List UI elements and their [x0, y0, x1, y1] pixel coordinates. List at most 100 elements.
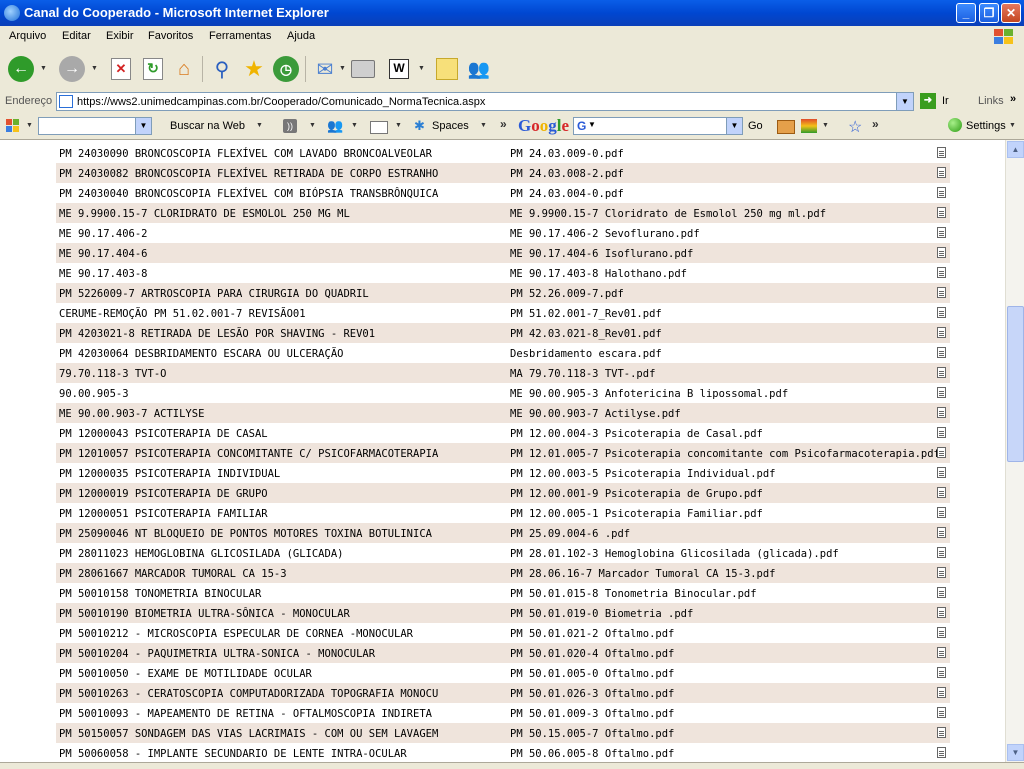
- rss-icon[interactable]: )): [283, 119, 297, 133]
- chevron-down-icon[interactable]: ▼: [726, 118, 742, 134]
- address-input[interactable]: https://wws2.unimedcampinas.com.br/Coope…: [56, 92, 914, 111]
- document-icon[interactable]: [937, 327, 946, 338]
- document-icon[interactable]: [937, 507, 946, 518]
- scroll-thumb[interactable]: [1007, 306, 1024, 462]
- links-label[interactable]: Links: [978, 95, 1004, 107]
- rss-dropdown-icon[interactable]: ▼: [309, 122, 316, 129]
- edit-dropdown-icon[interactable]: ▼: [418, 65, 425, 72]
- document-icon[interactable]: [937, 247, 946, 258]
- discuss-button[interactable]: [432, 54, 462, 84]
- document-icon[interactable]: [937, 407, 946, 418]
- windows-flag-icon[interactable]: [6, 119, 20, 133]
- stop-button[interactable]: ✕: [106, 54, 136, 84]
- refresh-button[interactable]: ↻: [138, 54, 168, 84]
- chevron-right-icon[interactable]: »: [872, 117, 879, 131]
- favorites-button[interactable]: ★: [239, 54, 269, 84]
- blocker-dropdown-icon[interactable]: ▼: [822, 122, 829, 129]
- star-outline-icon[interactable]: ☆: [848, 117, 862, 137]
- document-icon[interactable]: [937, 447, 946, 458]
- document-icon[interactable]: [937, 427, 946, 438]
- document-icon[interactable]: [937, 747, 946, 758]
- document-icon[interactable]: [937, 307, 946, 318]
- document-icon[interactable]: [937, 607, 946, 618]
- home-button[interactable]: ⌂: [169, 54, 199, 84]
- menu-ajuda[interactable]: Ajuda: [287, 30, 315, 42]
- search-button[interactable]: ⚲: [207, 54, 237, 84]
- flag-dropdown-icon[interactable]: ▼: [26, 122, 33, 129]
- spaces-button[interactable]: Spaces: [432, 120, 469, 132]
- close-button[interactable]: ✕: [1001, 3, 1021, 23]
- menu-favoritos[interactable]: Favoritos: [148, 30, 193, 42]
- search-web-dropdown-icon[interactable]: ▼: [256, 122, 263, 129]
- forward-dropdown-icon[interactable]: ▼: [91, 65, 98, 72]
- menu-editar[interactable]: Editar: [62, 30, 91, 42]
- document-icon[interactable]: [937, 567, 946, 578]
- minimize-button[interactable]: _: [956, 3, 976, 23]
- people-icon[interactable]: 👥: [327, 118, 343, 134]
- document-icon[interactable]: [937, 227, 946, 238]
- document-icon[interactable]: [937, 527, 946, 538]
- document-icon[interactable]: [937, 347, 946, 358]
- toolbar-search-input[interactable]: ▼: [38, 117, 152, 135]
- printer-icon: [351, 60, 375, 78]
- document-icon[interactable]: [937, 287, 946, 298]
- blocker-icon[interactable]: [801, 119, 817, 133]
- document-icon[interactable]: [937, 667, 946, 678]
- forward-button[interactable]: →: [57, 54, 87, 84]
- back-dropdown-icon[interactable]: ▼: [40, 65, 47, 72]
- bookmark-icon[interactable]: [777, 120, 795, 134]
- google-search-input[interactable]: G ▼ ▼: [573, 117, 743, 135]
- messenger-button[interactable]: 👥: [464, 54, 494, 84]
- spaces-dropdown-icon[interactable]: ▼: [480, 122, 487, 129]
- document-icon[interactable]: [937, 707, 946, 718]
- document-icon[interactable]: [937, 467, 946, 478]
- address-url[interactable]: https://wws2.unimedcampinas.com.br/Coope…: [77, 96, 485, 108]
- document-icon[interactable]: [937, 627, 946, 638]
- go-arrow-icon[interactable]: ➜: [920, 93, 936, 109]
- mail-button[interactable]: ✉: [310, 54, 340, 84]
- google-go-button[interactable]: Go: [748, 120, 763, 132]
- back-button[interactable]: ←: [6, 54, 36, 84]
- document-icon[interactable]: [937, 587, 946, 598]
- document-icon[interactable]: [937, 187, 946, 198]
- document-icon[interactable]: [937, 547, 946, 558]
- document-icon[interactable]: [937, 207, 946, 218]
- people-dropdown-icon[interactable]: ▼: [351, 122, 358, 129]
- document-icon[interactable]: [937, 387, 946, 398]
- file-name: PM 51.02.001-7_Rev01.pdf: [510, 308, 662, 320]
- history-button[interactable]: ◷: [271, 54, 301, 84]
- maximize-button[interactable]: ❐: [979, 3, 999, 23]
- document-icon[interactable]: [937, 727, 946, 738]
- vertical-scrollbar[interactable]: ▲ ▼: [1005, 140, 1024, 762]
- procedure-name: ME 90.17.404-6: [59, 248, 148, 260]
- card-dropdown-icon[interactable]: ▼: [395, 122, 402, 129]
- card-icon[interactable]: [370, 121, 388, 134]
- address-dropdown-icon[interactable]: ▼: [896, 93, 913, 110]
- document-icon[interactable]: [937, 167, 946, 178]
- search-web-button[interactable]: Buscar na Web: [170, 120, 245, 132]
- document-icon[interactable]: [937, 367, 946, 378]
- document-icon[interactable]: [937, 487, 946, 498]
- chevron-right-icon[interactable]: »: [500, 117, 507, 131]
- document-icon[interactable]: [937, 647, 946, 658]
- document-icon[interactable]: [937, 147, 946, 158]
- scroll-down-icon[interactable]: ▼: [1007, 744, 1024, 761]
- scroll-up-icon[interactable]: ▲: [1007, 141, 1024, 158]
- document-icon[interactable]: [937, 687, 946, 698]
- chevron-down-icon[interactable]: ▼: [135, 118, 151, 134]
- menu-arquivo[interactable]: Arquivo: [9, 30, 46, 42]
- chevron-down-icon[interactable]: ▼: [588, 120, 596, 129]
- print-button[interactable]: [348, 54, 378, 84]
- document-icon[interactable]: [937, 267, 946, 278]
- edit-button[interactable]: W: [384, 54, 414, 84]
- chevron-right-icon[interactable]: »: [1010, 93, 1016, 105]
- mail-dropdown-icon[interactable]: ▼: [339, 65, 346, 72]
- table-row: PM 50010263 - CERATOSCOPIA COMPUTADORIZA…: [56, 683, 950, 703]
- menu-exibir[interactable]: Exibir: [106, 30, 134, 42]
- settings-button[interactable]: Settings: [966, 120, 1006, 132]
- table-row: PM 12000051 PSICOTERAPIA FAMILIAR PM 12.0…: [56, 503, 950, 523]
- procedure-name: PM 12010057 PSICOTERAPIA CONCOMITANTE C/…: [59, 448, 439, 460]
- menu-ferramentas[interactable]: Ferramentas: [209, 30, 271, 42]
- settings-dropdown-icon[interactable]: ▼: [1009, 122, 1016, 129]
- go-button[interactable]: Ir: [942, 95, 949, 107]
